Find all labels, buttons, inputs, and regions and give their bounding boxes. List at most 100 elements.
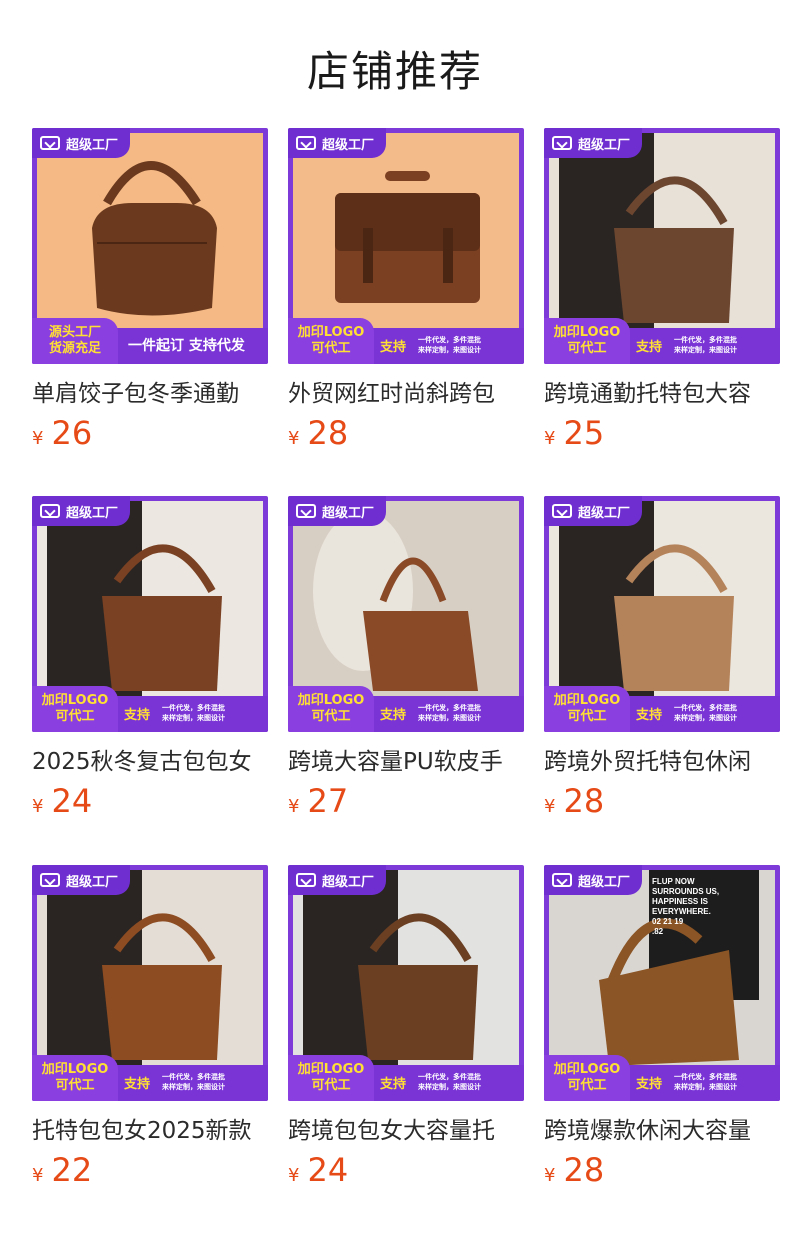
promo-bar: 加印LOGO 可代工 支持 一件代发，多件混批 来样定制，来图设计 xyxy=(288,1055,524,1101)
promo-bar-tag: 加印LOGO 可代工 xyxy=(32,686,118,732)
promo-bar-tag: 加印LOGO 可代工 xyxy=(544,1055,630,1101)
diamond-icon xyxy=(40,504,60,518)
poster-text: FLUP NOW SURROUNDS US, HAPPINESS IS EVERYWH… xyxy=(652,877,719,937)
poster-line: EVERYWHERE. xyxy=(652,907,711,916)
promo-tag-line-1: 加印LOGO xyxy=(297,693,365,708)
product-price: ¥ 27 xyxy=(288,782,524,820)
currency-symbol: ¥ xyxy=(544,428,556,449)
price-amount: 28 xyxy=(563,782,605,820)
product-name[interactable]: 跨境包包女大容量托 xyxy=(288,1115,524,1147)
product-image[interactable]: 超级工厂 加印LOGO 可代工 支持 一件代发，多件混批 来样定制，来图设计 xyxy=(288,496,524,732)
product-name[interactable]: 托特包包女2025新款 xyxy=(32,1115,268,1147)
promo-bar-tag: 加印LOGO 可代工 xyxy=(288,686,374,732)
bar-tiny-line: 来样定制，来图设计 xyxy=(162,1083,225,1091)
bar-service-text: 一件代发，多件混批 来样定制，来图设计 xyxy=(418,1072,481,1092)
promo-tag-line-2: 可代工 xyxy=(567,341,607,356)
promo-tag-line-2: 货源充足 xyxy=(48,341,101,356)
product-name[interactable]: 跨境大容量PU软皮手 xyxy=(288,746,524,778)
product-price: ¥ 24 xyxy=(288,1151,524,1189)
bar-service-text: 一件代发，多件混批 来样定制，来图设计 xyxy=(674,335,737,355)
diamond-icon xyxy=(296,136,316,150)
diamond-icon xyxy=(296,504,316,518)
price-amount: 27 xyxy=(307,782,349,820)
promo-bar-tag: 加印LOGO 可代工 xyxy=(288,1055,374,1101)
diamond-icon xyxy=(552,136,572,150)
product-card[interactable]: 超级工厂 加印LOGO 可代工 支持 一件代发，多件混批 来样定制，来图设计 20… xyxy=(32,496,268,820)
product-price: ¥ 28 xyxy=(544,782,780,820)
currency-symbol: ¥ xyxy=(288,1165,300,1186)
bar-support-label: 支持 xyxy=(636,340,663,355)
product-card[interactable]: 超级工厂 加印LOGO 可代工 支持 一件代发，多件混批 来样定制，来图设计 跨境… xyxy=(544,128,780,452)
bar-tiny-line: 一件代发，多件混批 xyxy=(418,704,481,712)
price-amount: 24 xyxy=(51,782,93,820)
product-card[interactable]: 超级工厂 加印LOGO 可代工 支持 一件代发，多件混批 来样定制，来图设计 跨境… xyxy=(288,865,524,1189)
product-image[interactable]: 超级工厂 加印LOGO 可代工 支持 一件代发，多件混批 来样定制，来图设计 xyxy=(32,865,268,1101)
product-price: ¥ 28 xyxy=(288,414,524,452)
product-name[interactable]: 跨境通勤托特包大容 xyxy=(544,378,780,410)
poster-line: 02 21 19 xyxy=(652,917,684,926)
product-photo xyxy=(37,501,263,697)
product-name[interactable]: 跨境外贸托特包休闲 xyxy=(544,746,780,778)
price-amount: 22 xyxy=(51,1151,93,1189)
product-card[interactable]: 超级工厂 加印LOGO 可代工 支持 一件代发，多件混批 来样定制，来图设计 外贸… xyxy=(288,128,524,452)
product-price: ¥ 24 xyxy=(32,782,268,820)
bar-service-text: 一件代发，多件混批 来样定制，来图设计 xyxy=(162,703,225,723)
poster-line: .82 xyxy=(652,927,664,936)
currency-symbol: ¥ xyxy=(32,796,44,817)
factory-badge: 超级工厂 xyxy=(544,865,642,895)
price-amount: 28 xyxy=(307,414,349,452)
product-photo xyxy=(37,133,263,329)
badge-label: 超级工厂 xyxy=(66,137,119,153)
bar-tiny-line: 一件代发，多件混批 xyxy=(418,1073,481,1081)
product-name[interactable]: 2025秋冬复古包包女 xyxy=(32,746,268,778)
promo-bar-tag: 加印LOGO 可代工 xyxy=(32,1055,118,1101)
product-price: ¥ 28 xyxy=(544,1151,780,1189)
bar-tiny-line: 来样定制，来图设计 xyxy=(418,346,481,354)
diamond-icon xyxy=(40,873,60,887)
product-card[interactable]: FLUP NOW SURROUNDS US, HAPPINESS IS EVERYWH… xyxy=(544,865,780,1189)
bar-service-text: 一件代发，多件混批 来样定制，来图设计 xyxy=(418,703,481,723)
promo-bar: 加印LOGO 可代工 支持 一件代发，多件混批 来样定制，来图设计 xyxy=(32,1055,268,1101)
promo-tag-line-2: 可代工 xyxy=(567,1078,607,1093)
product-image[interactable]: 超级工厂 加印LOGO 可代工 支持 一件代发，多件混批 来样定制，来图设计 xyxy=(288,128,524,364)
bar-service-text: 一件代发，多件混批 来样定制，来图设计 xyxy=(418,335,481,355)
badge-label: 超级工厂 xyxy=(322,505,375,521)
product-name[interactable]: 跨境爆款休闲大容量 xyxy=(544,1115,780,1147)
product-card[interactable]: 超级工厂 加印LOGO 可代工 支持 一件代发，多件混批 来样定制，来图设计 托特… xyxy=(32,865,268,1189)
product-name[interactable]: 单肩饺子包冬季通勤 xyxy=(32,378,268,410)
promo-tag-line-2: 可代工 xyxy=(311,1078,351,1093)
promo-tag-line-1: 源头工厂 xyxy=(48,325,101,340)
product-image[interactable]: 超级工厂 加印LOGO 可代工 支持 一件代发，多件混批 来样定制，来图设计 xyxy=(32,496,268,732)
promo-bar-tag: 源头工厂 货源充足 xyxy=(32,318,118,364)
page-title: 店铺推荐 xyxy=(306,47,483,96)
product-photo xyxy=(293,870,519,1066)
product-image[interactable]: 超级工厂 加印LOGO 可代工 支持 一件代发，多件混批 来样定制，来图设计 xyxy=(544,496,780,732)
badge-label: 超级工厂 xyxy=(578,137,631,153)
badge-label: 超级工厂 xyxy=(322,137,375,153)
product-card[interactable]: 超级工厂 加印LOGO 可代工 支持 一件代发，多件混批 来样定制，来图设计 跨境… xyxy=(544,496,780,820)
factory-badge: 超级工厂 xyxy=(544,496,642,526)
bar-service-text: 一件代发，多件混批 来样定制，来图设计 xyxy=(674,1072,737,1092)
promo-tag-line-1: 加印LOGO xyxy=(553,1062,621,1077)
bar-tiny-line: 来样定制，来图设计 xyxy=(674,1083,737,1091)
diamond-icon xyxy=(552,504,572,518)
product-image[interactable]: FLUP NOW SURROUNDS US, HAPPINESS IS EVERYWH… xyxy=(544,865,780,1101)
promo-tag-line-1: 加印LOGO xyxy=(553,325,621,340)
product-card[interactable]: 超级工厂 源头工厂 货源充足 一件起订 支持代发 单肩饺子包冬季通勤 ¥ 26 xyxy=(32,128,268,452)
product-name[interactable]: 外贸网红时尚斜跨包 xyxy=(288,378,524,410)
bar-tiny-line: 来样定制，来图设计 xyxy=(674,346,737,354)
bar-service-text: 一件代发，多件混批 来样定制，来图设计 xyxy=(674,703,737,723)
product-card[interactable]: 超级工厂 加印LOGO 可代工 支持 一件代发，多件混批 来样定制，来图设计 跨境… xyxy=(288,496,524,820)
poster-line: HAPPINESS IS xyxy=(652,897,709,906)
product-price: ¥ 25 xyxy=(544,414,780,452)
product-image[interactable]: 超级工厂 加印LOGO 可代工 支持 一件代发，多件混批 来样定制，来图设计 xyxy=(288,865,524,1101)
product-image[interactable]: 超级工厂 源头工厂 货源充足 一件起订 支持代发 xyxy=(32,128,268,364)
promo-bar: 加印LOGO 可代工 支持 一件代发，多件混批 来样定制，来图设计 xyxy=(32,686,268,732)
currency-symbol: ¥ xyxy=(544,1165,556,1186)
currency-symbol: ¥ xyxy=(32,428,44,449)
currency-symbol: ¥ xyxy=(544,796,556,817)
product-image[interactable]: 超级工厂 加印LOGO 可代工 支持 一件代发，多件混批 来样定制，来图设计 xyxy=(544,128,780,364)
factory-badge: 超级工厂 xyxy=(32,865,130,895)
currency-symbol: ¥ xyxy=(288,428,300,449)
bar-tiny-line: 来样定制，来图设计 xyxy=(418,1083,481,1091)
